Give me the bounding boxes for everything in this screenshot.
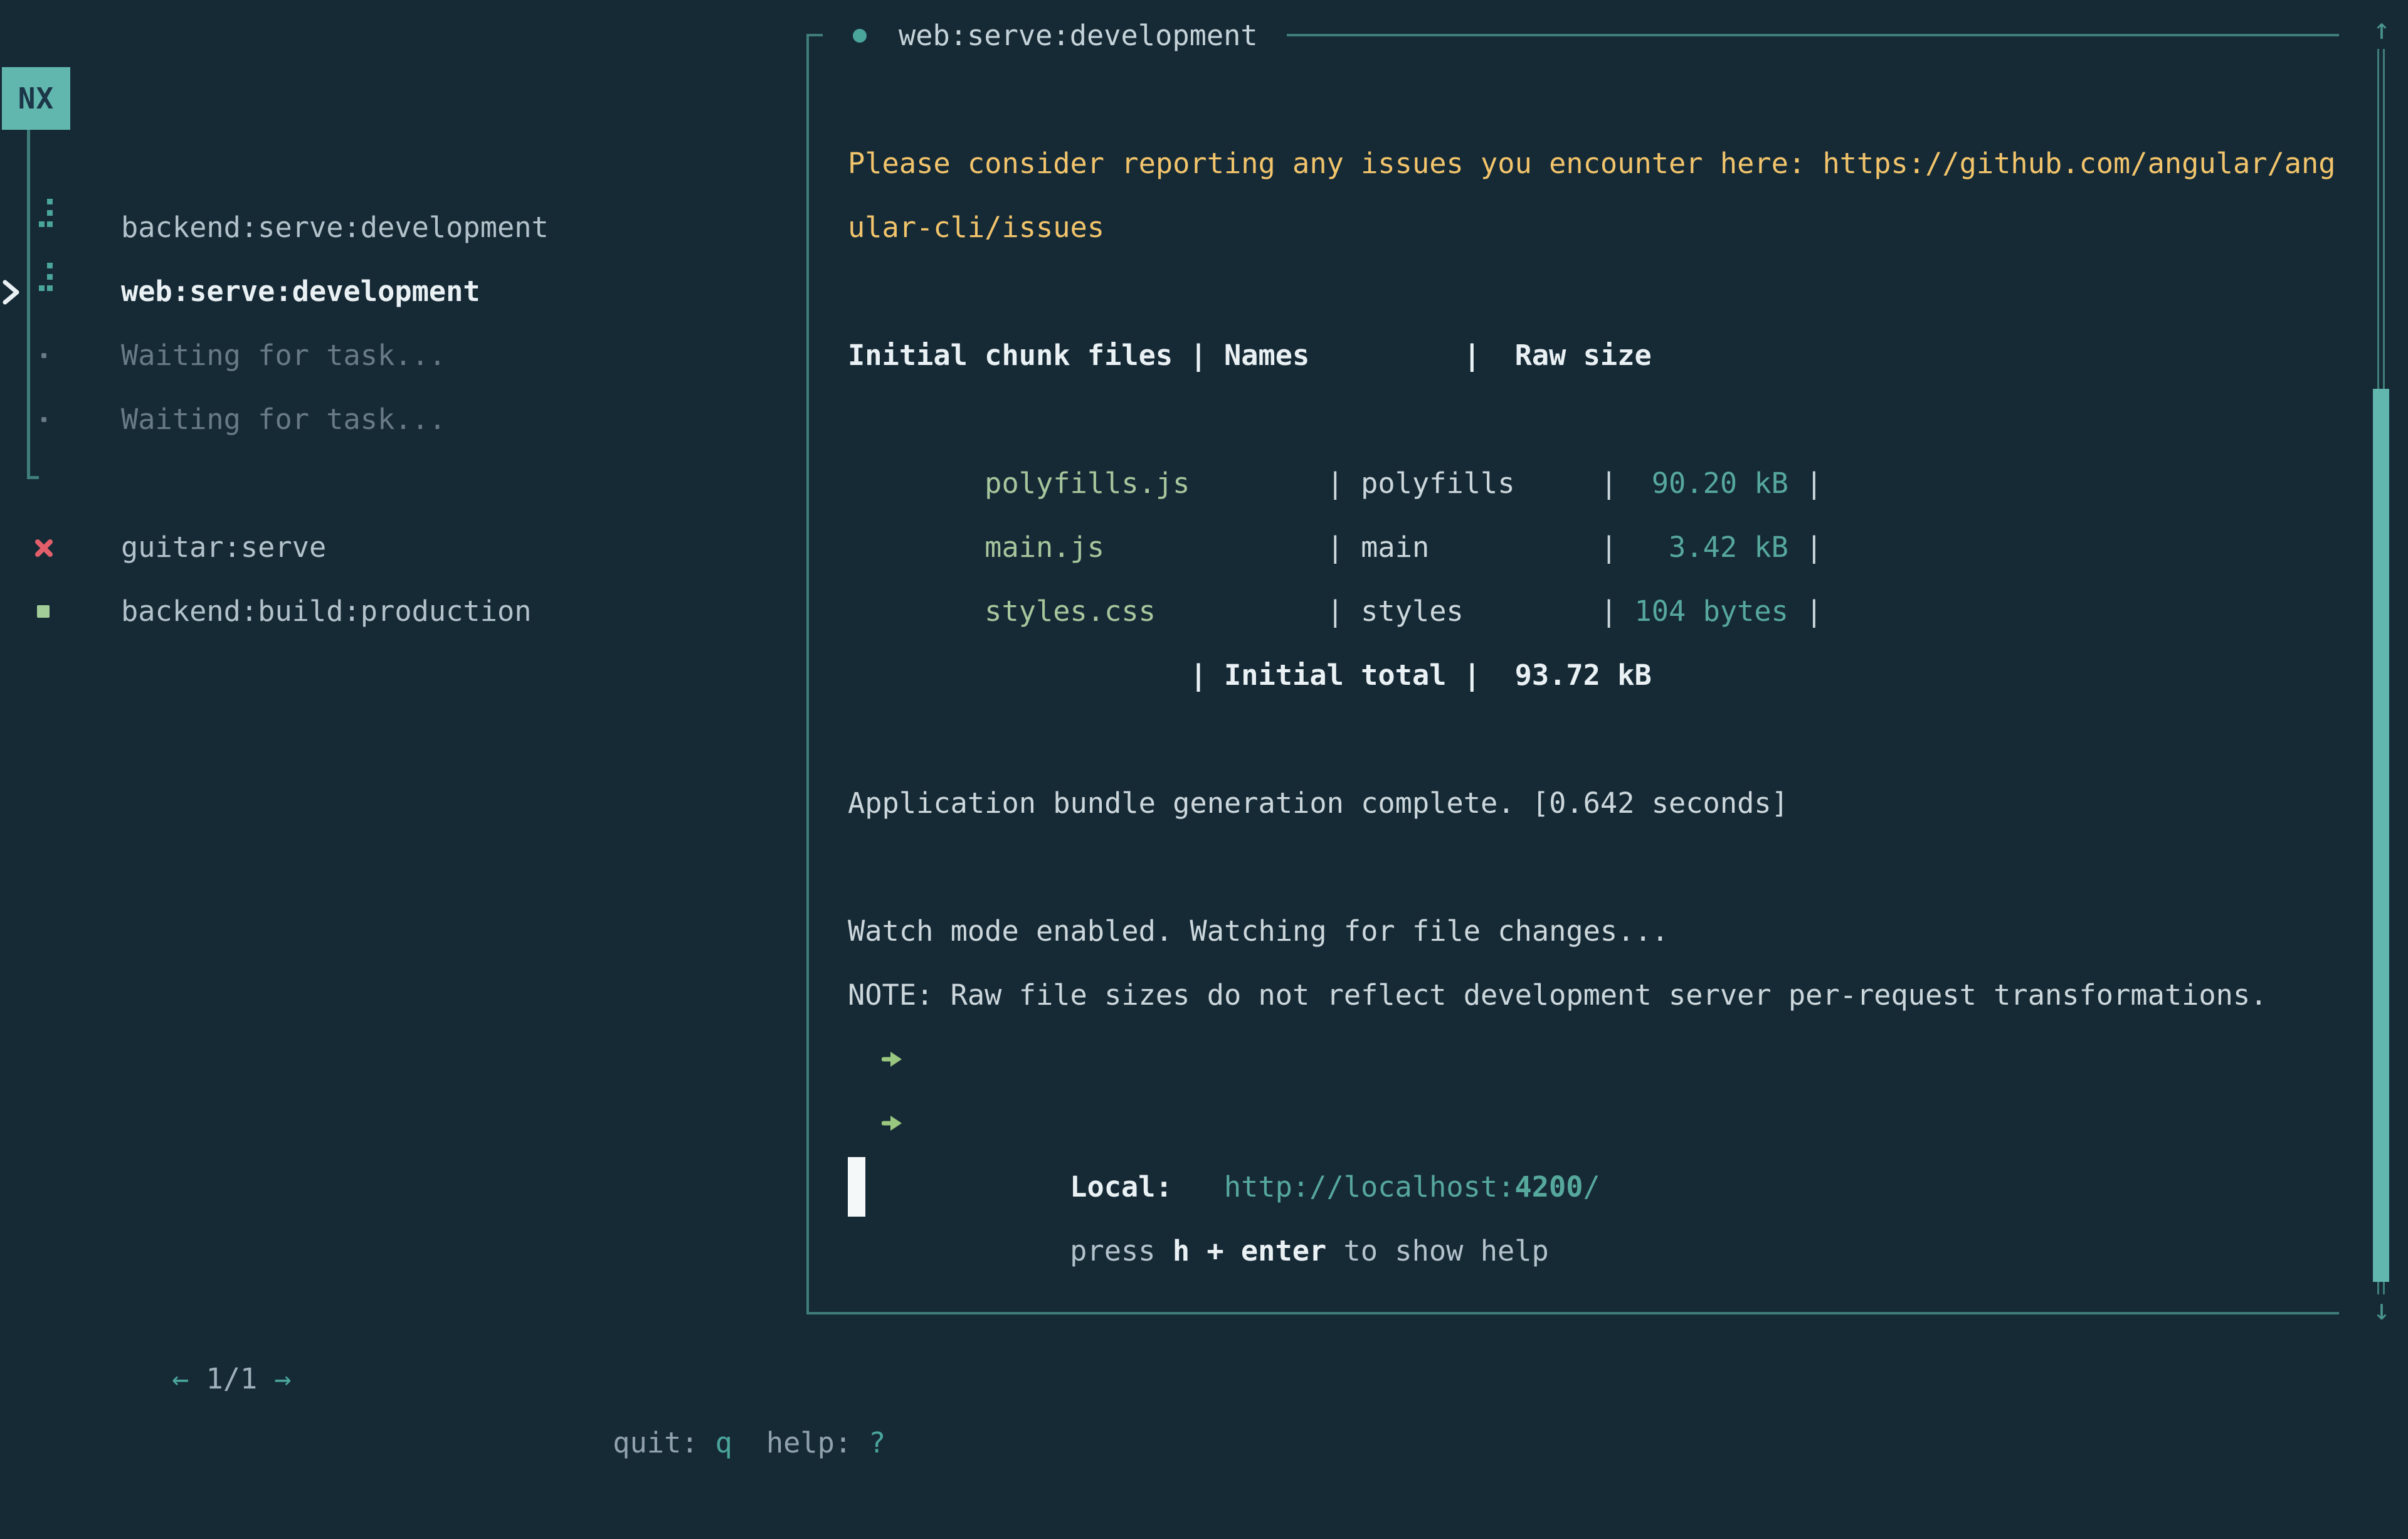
task-success-square-icon [37, 605, 50, 618]
sidebar-header: Running serve for 3 projects, and 1 requ [121, 68, 803, 132]
task-label: Waiting for task... [121, 388, 446, 452]
table-row: main.js | main | 3.42 kB | [848, 452, 1823, 516]
chunk-size: 104 bytes [1635, 595, 1788, 628]
panel-title-bullet-icon [853, 29, 867, 43]
nx-logo-badge: NX [2, 67, 70, 130]
panel-border-top [1287, 34, 2339, 36]
arrow-right-icon [882, 1048, 904, 1071]
local-url-line: Local:http://localhost:4200/ [848, 1027, 1600, 1091]
local-url[interactable]: http://localhost:4200/ [1224, 1170, 1600, 1203]
nx-tui-app: NX Running serve for 3 projects, and 1 r… [0, 0, 2408, 1355]
task-label: guitar:serve [121, 516, 326, 579]
keyboard-hints: quit: q help:? [476, 1347, 885, 1539]
task-row-web-serve[interactable]: web:serve:development [0, 260, 806, 324]
task-label: backend:serve:development [121, 196, 549, 260]
help-keys: h + enter [1173, 1234, 1326, 1267]
hint-help-key: ? [869, 1426, 885, 1459]
hint-help-label: help: [766, 1426, 852, 1459]
task-label: Waiting for task... [121, 324, 446, 388]
pager-prev-icon[interactable]: ← [172, 1362, 189, 1395]
panel-border-left [806, 34, 809, 1314]
task-failed-x-icon [34, 538, 54, 558]
terminal-cursor [848, 1157, 865, 1217]
hint-quit-label: quit: [613, 1426, 698, 1459]
table-header: Initial chunk files | Names | Raw size [848, 324, 1652, 388]
task-row-backend-serve[interactable]: backend:serve:development [0, 196, 806, 260]
chunk-file: styles.css [985, 595, 1156, 628]
task-row-waiting-1[interactable]: Waiting for task... [0, 324, 806, 388]
panel-border-bottom [806, 1312, 2339, 1314]
panel-border-top-stub [806, 34, 823, 36]
task-row-backend-build[interactable]: backend:build:production [0, 579, 806, 643]
scroll-thumb[interactable] [2373, 389, 2389, 1282]
notice-line-1: Please consider reporting any issues you… [848, 132, 2336, 196]
watch-mode-line: Watch mode enabled. Watching for file ch… [848, 899, 1669, 963]
scroll-up-icon[interactable]: ↑ [2368, 4, 2395, 54]
sidebar-bottom-bar: ←1/1→ quit:qhelp:? [0, 1219, 806, 1283]
scroll-down-icon[interactable]: ↓ [2368, 1284, 2395, 1335]
help-hint-line: press h + enter to show help [848, 1091, 1549, 1155]
task-row-waiting-2[interactable]: Waiting for task... [0, 388, 806, 452]
nx-logo-text: NX [18, 82, 54, 115]
task-label: backend:build:production [121, 579, 532, 643]
note-line: NOTE: Raw file sizes do not reflect deve… [848, 963, 2268, 1027]
spinner-icon [0, 196, 64, 260]
pager: ← 1/1 → [35, 1283, 292, 1475]
arrow-right-icon [882, 1112, 904, 1134]
table-total-row: | Initial total | 93.72 kB [848, 643, 1652, 707]
cursor-line [848, 1155, 985, 1219]
waiting-dot-icon [41, 417, 46, 422]
local-url-port: 4200 [1514, 1170, 1583, 1203]
panel-title: web:serve:development [899, 4, 1258, 68]
local-label: Local: [1070, 1170, 1173, 1203]
task-label-selected: web:serve:development [121, 260, 480, 324]
pager-page: 1/1 [206, 1362, 257, 1395]
notice-line-2: ular-cli/issues [848, 196, 1104, 260]
waiting-dot-icon [41, 353, 46, 358]
table-row: styles.css | styles | 104 bytes | [848, 516, 1823, 579]
bundle-complete-line: Application bundle generation complete. … [848, 771, 1788, 835]
task-row-guitar-serve[interactable]: guitar:serve [0, 516, 806, 579]
pager-next-icon[interactable]: → [274, 1362, 291, 1395]
selected-caret-icon [1, 278, 21, 306]
table-row: polyfills.js | polyfills | 90.20 kB | [848, 388, 1823, 452]
chunk-name: styles [1361, 595, 1464, 628]
hint-quit-key: q [716, 1426, 732, 1459]
